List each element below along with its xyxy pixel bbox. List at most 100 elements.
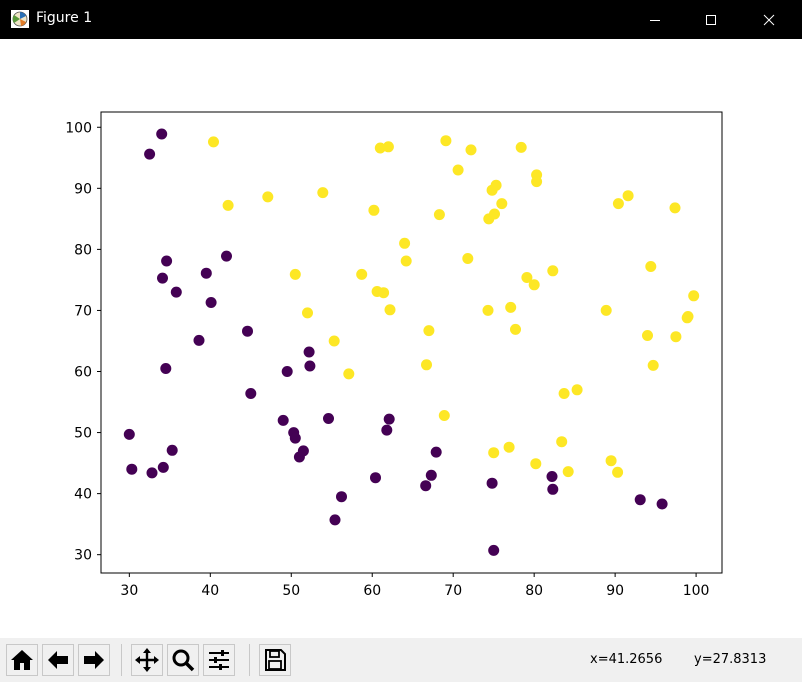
scatter-point-class-1 [356, 268, 368, 280]
scatter-point-class-0 [383, 413, 395, 425]
scatter-point-class-0 [221, 250, 232, 262]
home-button[interactable] [6, 644, 38, 676]
scatter-point-class-0 [634, 494, 646, 506]
scatter-point-class-1 [384, 304, 396, 316]
y-tick-label: 60 [74, 365, 92, 381]
x-tick-label: 30 [120, 583, 138, 599]
toolbar-separator [249, 644, 250, 676]
scatter-point-class-1 [645, 261, 657, 272]
scatter-point-class-1 [378, 287, 390, 299]
scatter-point-class-0 [381, 424, 393, 436]
scatter-point-class-0 [304, 360, 316, 372]
scatter-point-class-1 [382, 141, 394, 153]
scatter-point-class-0 [297, 445, 309, 457]
scatter-point-class-1 [669, 202, 681, 214]
title-bar: Figure 1 [0, 0, 802, 39]
x-tick-label: 90 [606, 583, 624, 599]
scatter-point-class-0 [157, 272, 168, 284]
scatter-point-class-0 [160, 363, 172, 374]
maximize-icon [706, 14, 716, 25]
scatter-point-class-0 [420, 480, 432, 492]
scatter-point-class-0 [242, 325, 253, 337]
scatter-point-class-1 [612, 466, 624, 478]
configure-subplots-button[interactable] [203, 644, 235, 676]
scatter-point-class-1 [688, 290, 700, 302]
scatter-point-class-1 [438, 410, 450, 421]
scatter-plot[interactable]: 30 40 50 60 70 80 90 100 30 40 50 60 70 80 90 100 [0, 39, 802, 638]
pan-button[interactable] [131, 644, 163, 676]
scatter-point-class-1 [462, 253, 474, 264]
minimize-button[interactable] [632, 0, 678, 39]
y-tick-label: 50 [74, 426, 92, 442]
scatter-point-class-1 [482, 304, 494, 316]
x-tick-label: 100 [683, 583, 710, 599]
scatter-point-class-0 [277, 414, 289, 426]
close-button[interactable] [746, 0, 792, 39]
scatter-point-class-1 [423, 325, 435, 337]
figure-canvas[interactable]: 30 40 50 60 70 80 90 100 30 40 50 60 70 80 90 100 [0, 39, 802, 638]
scatter-point-class-1 [465, 144, 477, 156]
scatter-point-class-1 [556, 436, 568, 448]
pan-icon [135, 648, 159, 672]
scatter-point-class-1 [208, 136, 219, 148]
scatter-point-class-1 [289, 268, 301, 280]
x-tick-label: 40 [201, 583, 219, 599]
close-icon [763, 14, 775, 25]
scatter-point-class-1 [600, 304, 612, 316]
back-button[interactable] [42, 644, 74, 676]
y-tick-label: 90 [74, 181, 92, 197]
scatter-point-class-0 [488, 544, 500, 556]
scatter-point-class-0 [486, 477, 498, 489]
scatter-point-class-1 [489, 208, 500, 220]
scatter-point-class-1 [490, 179, 502, 191]
scatter-point-class-1 [421, 359, 432, 371]
scatter-point-class-1 [400, 255, 412, 267]
scatter-point-class-1 [505, 301, 517, 313]
x-tick-label: 60 [363, 583, 381, 599]
scatter-point-class-0 [245, 388, 257, 399]
scatter-point-class-0 [546, 471, 558, 482]
scatter-point-class-1 [368, 204, 380, 216]
x-tick-label: 70 [444, 583, 462, 599]
scatter-point-class-1 [528, 279, 540, 291]
scatter-point-class-1 [222, 199, 234, 211]
scatter-point-class-0 [425, 469, 437, 481]
scatter-point-class-0 [156, 128, 168, 140]
scatter-point-class-1 [605, 455, 617, 467]
scatter-point-class-0 [170, 286, 182, 298]
scatter-point-class-1 [642, 330, 653, 341]
scatter-point-class-0 [200, 267, 212, 279]
maximize-button[interactable] [688, 0, 734, 39]
forward-button[interactable] [78, 644, 110, 676]
scatter-point-class-0 [126, 463, 138, 475]
scatter-point-class-1 [547, 265, 559, 277]
scatter-point-class-1 [515, 141, 527, 153]
scatter-point-class-0 [144, 148, 156, 160]
scatter-point-class-1 [681, 312, 693, 324]
cursor-x-readout: x=41.2656 [590, 652, 663, 667]
scatter-point-class-0 [656, 498, 668, 510]
x-tick-label: 80 [525, 583, 543, 599]
scatter-point-class-0 [289, 432, 301, 444]
zoom-button[interactable] [167, 644, 199, 676]
window-title: Figure 1 [36, 10, 93, 26]
scatter-point-class-1 [647, 359, 659, 371]
scatter-point-class-1 [496, 198, 508, 210]
minimize-icon [650, 19, 660, 21]
scatter-point-class-1 [302, 307, 313, 319]
scatter-point-class-1 [328, 335, 340, 347]
scatter-point-class-1 [612, 198, 624, 210]
save-button[interactable] [259, 644, 291, 676]
x-tick-label: 50 [282, 583, 300, 599]
scatter-point-class-0 [430, 446, 442, 458]
scatter-point-class-1 [452, 164, 464, 176]
scatter-point-class-1 [503, 441, 515, 453]
scatter-point-class-0 [329, 514, 341, 526]
scatter-point-class-0 [336, 491, 347, 503]
configure-subplots-icon [209, 650, 229, 670]
scatter-point-class-0 [146, 467, 158, 479]
scatter-point-class-0 [193, 334, 205, 346]
forward-icon [84, 651, 104, 669]
toolbar-separator [121, 644, 122, 676]
scatter-point-class-0 [303, 346, 315, 358]
